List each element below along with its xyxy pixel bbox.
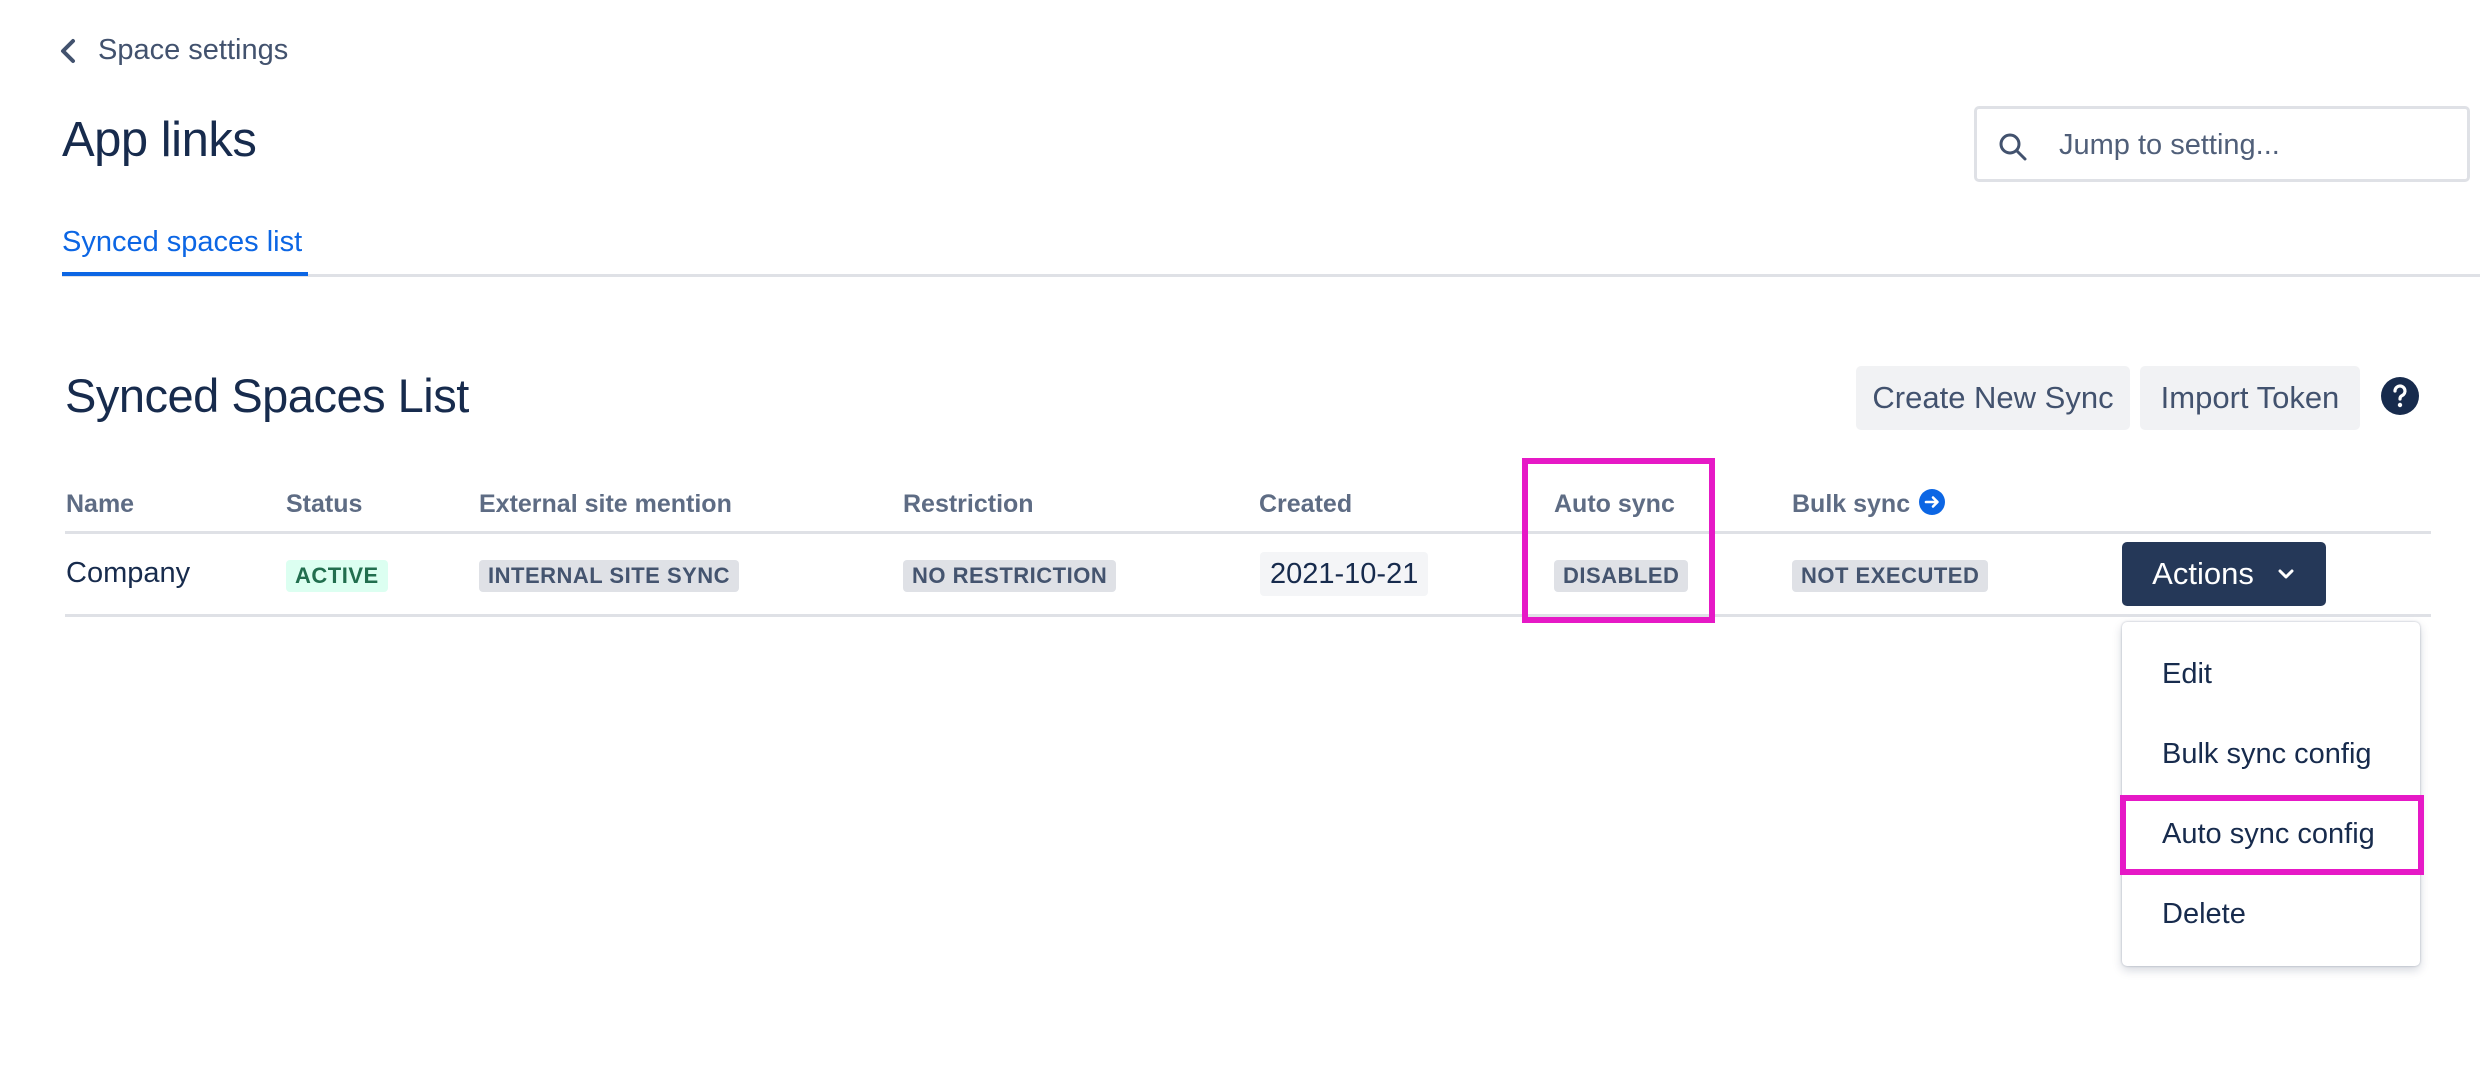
section-title: Synced Spaces List — [65, 369, 469, 422]
arrow-right-circle-icon[interactable] — [1918, 488, 1946, 516]
menu-item-bulk-sync-config[interactable]: Bulk sync config — [2162, 738, 2372, 771]
menu-item-auto-sync-config[interactable]: Auto sync config — [2162, 818, 2375, 851]
table-row-divider — [65, 614, 2431, 617]
bulk-sync-badge: NOT EXECUTED — [1792, 560, 1989, 592]
column-header-name: Name — [66, 490, 135, 518]
menu-item-edit[interactable]: Edit — [2162, 658, 2212, 691]
chevron-left-icon — [61, 38, 75, 63]
breadcrumb-label: Space settings — [98, 34, 289, 66]
column-header-status: Status — [286, 490, 363, 518]
help-icon[interactable] — [2380, 376, 2420, 416]
created-date: 2021-10-21 — [1260, 552, 1429, 596]
chevron-down-icon — [2278, 569, 2294, 579]
create-new-sync-button[interactable]: Create New Sync — [1856, 366, 2130, 430]
row-name: Company — [66, 557, 191, 589]
search-input[interactable] — [2057, 121, 2451, 169]
tab-divider — [62, 274, 2480, 277]
import-token-button[interactable]: Import Token — [2140, 366, 2360, 430]
actions-button-label: Actions — [2152, 556, 2254, 591]
page-title: App links — [62, 113, 257, 167]
search-icon — [1999, 133, 2027, 161]
menu-item-delete[interactable]: Delete — [2162, 898, 2246, 931]
auto-sync-badge: DISABLED — [1554, 560, 1689, 592]
active-tab-indicator — [62, 272, 308, 276]
tab-synced-spaces-list[interactable]: Synced spaces list — [62, 226, 302, 259]
column-header-created: Created — [1259, 490, 1353, 518]
table-header-divider — [65, 531, 2431, 534]
back-to-space-settings[interactable]: Space settings — [58, 34, 288, 67]
external-site-mention-badge: INTERNAL SITE SYNC — [479, 560, 740, 592]
column-header-external-site-mention: External site mention — [479, 490, 732, 518]
column-header-restriction: Restriction — [903, 490, 1034, 518]
status-badge: ACTIVE — [286, 560, 388, 592]
jump-to-setting-search[interactable] — [1974, 106, 2470, 182]
restriction-badge: NO RESTRICTION — [903, 560, 1117, 592]
highlight-auto-sync-column — [1522, 458, 1715, 623]
actions-dropdown-button[interactable]: Actions — [2122, 542, 2326, 606]
column-header-auto-sync: Auto sync — [1554, 490, 1675, 518]
actions-menu: Edit Bulk sync config Auto sync config D… — [2122, 622, 2420, 966]
column-header-bulk-sync: Bulk sync — [1792, 490, 1911, 518]
